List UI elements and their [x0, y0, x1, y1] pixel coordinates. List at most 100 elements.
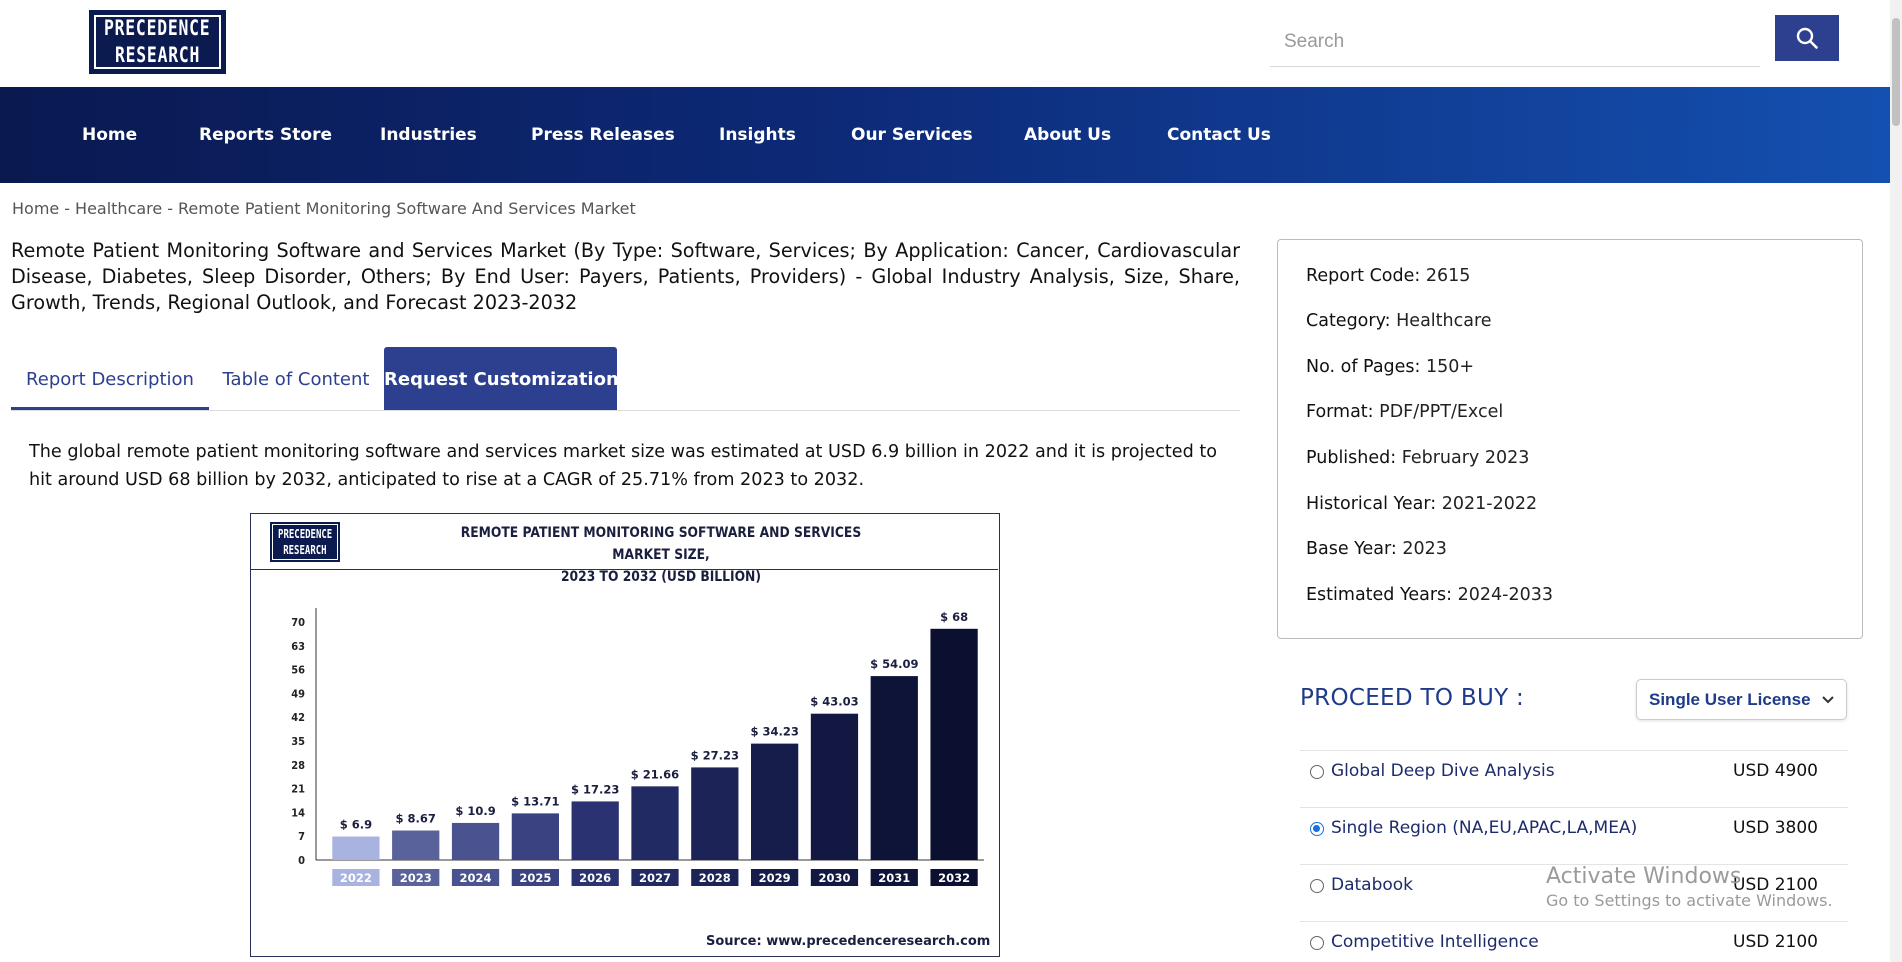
info-value: 2021-2022	[1441, 494, 1538, 514]
nav-home[interactable]: Home	[82, 87, 137, 183]
report-info-card: Report Code: 2615 Category: Healthcare N…	[1277, 239, 1863, 639]
search-icon	[1796, 27, 1818, 49]
info-base-year: Base Year: 2023	[1306, 539, 1447, 559]
y-tick-label: 42	[291, 711, 305, 724]
page-scrollbar[interactable]	[1890, 0, 1902, 962]
license-option-name[interactable]: Databook	[1331, 875, 1413, 895]
infographic-logo-frame: PRECEDENCE RESEARCH	[272, 524, 338, 560]
tab-table-of-content[interactable]: Table of Content	[209, 347, 383, 410]
bar	[392, 830, 440, 860]
info-report-code: Report Code: 2615	[1306, 266, 1470, 286]
infographic-logo-line-1: PRECEDENCE	[277, 527, 333, 541]
top-bar: PRECEDENCE RESEARCH	[0, 0, 1890, 87]
nav-our-services[interactable]: Our Services	[851, 87, 973, 183]
x-tick-label: 2027	[639, 871, 671, 885]
bar-value-label: $ 8.67	[396, 812, 436, 826]
license-option-price: USD 3800	[1733, 818, 1818, 838]
infographic-logo: PRECEDENCE RESEARCH	[270, 522, 340, 562]
y-tick-label: 28	[291, 759, 305, 772]
nav-industries[interactable]: Industries	[380, 87, 477, 183]
y-tick-label: 49	[291, 687, 305, 700]
license-radio[interactable]	[1310, 822, 1324, 836]
nav-press-releases[interactable]: Press Releases	[531, 87, 675, 183]
license-radio[interactable]	[1310, 879, 1324, 893]
search-input[interactable]	[1270, 17, 1760, 67]
bar	[691, 767, 739, 860]
license-select[interactable]: Single User License	[1636, 679, 1847, 720]
nav-reports-store[interactable]: Reports Store	[199, 87, 332, 183]
info-published: Published: February 2023	[1306, 448, 1529, 468]
nav-insights[interactable]: Insights	[719, 87, 796, 183]
nav-about-us[interactable]: About Us	[1024, 87, 1111, 183]
info-value: February 2023	[1401, 448, 1530, 468]
info-value: 2615	[1425, 266, 1471, 286]
bar	[930, 628, 978, 860]
x-tick-label: 2025	[519, 871, 551, 885]
y-tick-label: 7	[298, 830, 305, 843]
site-logo[interactable]: PRECEDENCE RESEARCH	[89, 10, 226, 74]
nav-contact-us[interactable]: Contact Us	[1167, 87, 1271, 183]
search-button[interactable]	[1775, 15, 1839, 61]
license-option-name[interactable]: Single Region (NA,EU,APAC,LA,MEA)	[1331, 818, 1637, 838]
x-tick-label: 2022	[340, 871, 372, 885]
info-label: Format:	[1306, 402, 1374, 422]
info-label: No. of Pages:	[1306, 357, 1421, 377]
bar	[870, 676, 918, 860]
watermark-line-2: Go to Settings to activate Windows.	[1546, 891, 1833, 910]
license-option-name[interactable]: Competitive Intelligence	[1331, 932, 1539, 952]
license-select-value: Single User License	[1649, 689, 1811, 709]
x-tick-label: 2026	[579, 871, 611, 885]
logo-line-1: PRECEDENCE	[104, 16, 211, 40]
x-tick-label: 2023	[400, 871, 432, 885]
x-tick-label: 2030	[818, 871, 850, 885]
bar-value-label: $ 17.23	[571, 782, 619, 796]
y-tick-label: 63	[291, 640, 305, 653]
bar	[751, 743, 799, 860]
breadcrumb-separator: -	[167, 199, 174, 218]
info-label: Estimated Years:	[1306, 585, 1453, 605]
info-label: Base Year:	[1306, 539, 1397, 559]
market-summary: The global remote patient monitoring sof…	[29, 442, 1218, 490]
breadcrumb-current: Remote Patient Monitoring Software And S…	[178, 199, 636, 218]
bar-value-label: $ 43.03	[810, 695, 858, 709]
license-radio[interactable]	[1310, 765, 1324, 779]
y-tick-label: 70	[291, 616, 305, 629]
license-option[interactable]: Competitive Intelligence USD 2100	[1300, 921, 1848, 962]
infographic-title-line-1: REMOTE PATIENT MONITORING SOFTWARE AND S…	[460, 525, 862, 563]
license-option-price: USD 4900	[1733, 761, 1818, 781]
license-option[interactable]: Global Deep Dive Analysis USD 4900	[1300, 750, 1848, 807]
breadcrumb: Home - Healthcare - Remote Patient Monitorin…	[12, 199, 636, 218]
x-tick-label: 2032	[938, 871, 970, 885]
y-tick-label: 14	[291, 806, 305, 819]
info-value: 150+	[1426, 357, 1475, 377]
y-tick-label: 0	[298, 854, 305, 867]
info-category: Category: Healthcare	[1306, 311, 1492, 331]
market-size-infographic: PRECEDENCE RESEARCH REMOTE PATIENT MONIT…	[250, 513, 1000, 957]
info-value: PDF/PPT/Excel	[1379, 402, 1504, 422]
bar	[810, 713, 859, 860]
infographic-logo-line-2: RESEARCH	[283, 543, 327, 557]
chevron-down-icon	[1822, 695, 1834, 703]
bar	[631, 786, 679, 860]
scrollbar-thumb[interactable]	[1892, 18, 1900, 126]
bar-value-label: $ 34.23	[750, 725, 798, 739]
info-label: Published:	[1306, 448, 1397, 468]
breadcrumb-home[interactable]: Home	[12, 199, 59, 218]
license-radio[interactable]	[1310, 936, 1324, 950]
watermark-line-1: Activate Windows	[1546, 864, 1742, 889]
tab-request-customization[interactable]: Request Customization	[384, 347, 619, 410]
bar-value-label: $ 13.71	[511, 794, 559, 808]
info-label: Historical Year:	[1306, 494, 1437, 514]
tab-report-description[interactable]: Report Description	[11, 347, 209, 410]
info-value: Healthcare	[1396, 311, 1492, 331]
bar-value-label: $ 27.23	[691, 748, 739, 762]
main-nav: Home Reports Store Industries Press Rele…	[0, 87, 1890, 183]
info-label: Report Code:	[1306, 266, 1421, 286]
breadcrumb-healthcare[interactable]: Healthcare	[75, 199, 162, 218]
logo-frame: PRECEDENCE RESEARCH	[94, 15, 221, 69]
license-option-name[interactable]: Global Deep Dive Analysis	[1331, 761, 1555, 781]
x-tick-label: 2029	[759, 871, 791, 885]
license-option[interactable]: Single Region (NA,EU,APAC,LA,MEA) USD 38…	[1300, 807, 1848, 864]
info-value: 2024-2033	[1457, 585, 1554, 605]
infographic-header: PRECEDENCE RESEARCH REMOTE PATIENT MONIT…	[251, 514, 998, 585]
